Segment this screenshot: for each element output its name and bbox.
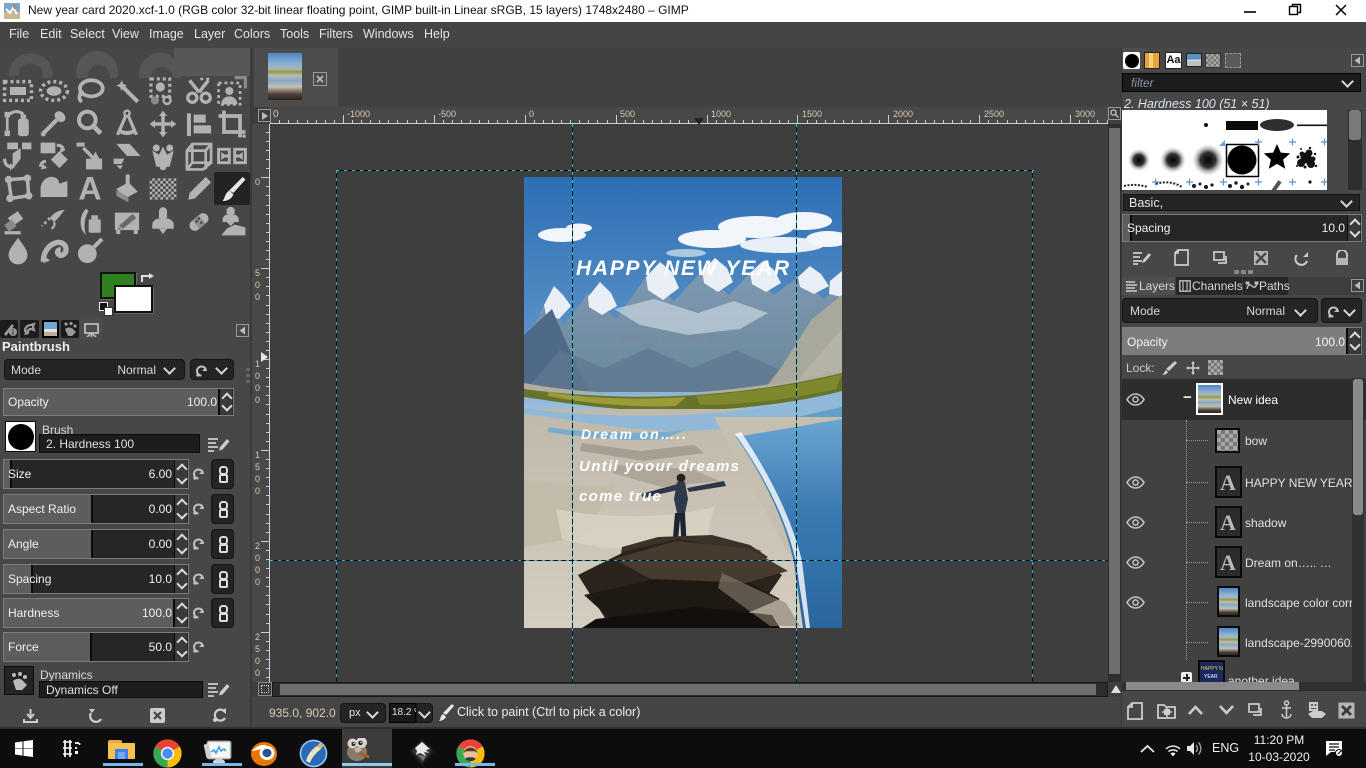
svg-text:i: i xyxy=(12,328,14,337)
svg-text:come true: come true xyxy=(579,488,661,505)
svg-text:A: A xyxy=(78,173,101,205)
svg-text:www.... Full-screen Snip: www.... Full-screen Snip xyxy=(619,333,728,344)
svg-text:Until yoour dreams: Until yoour dreams xyxy=(579,458,739,475)
svg-text:Dream on…..: Dream on….. xyxy=(581,426,686,442)
